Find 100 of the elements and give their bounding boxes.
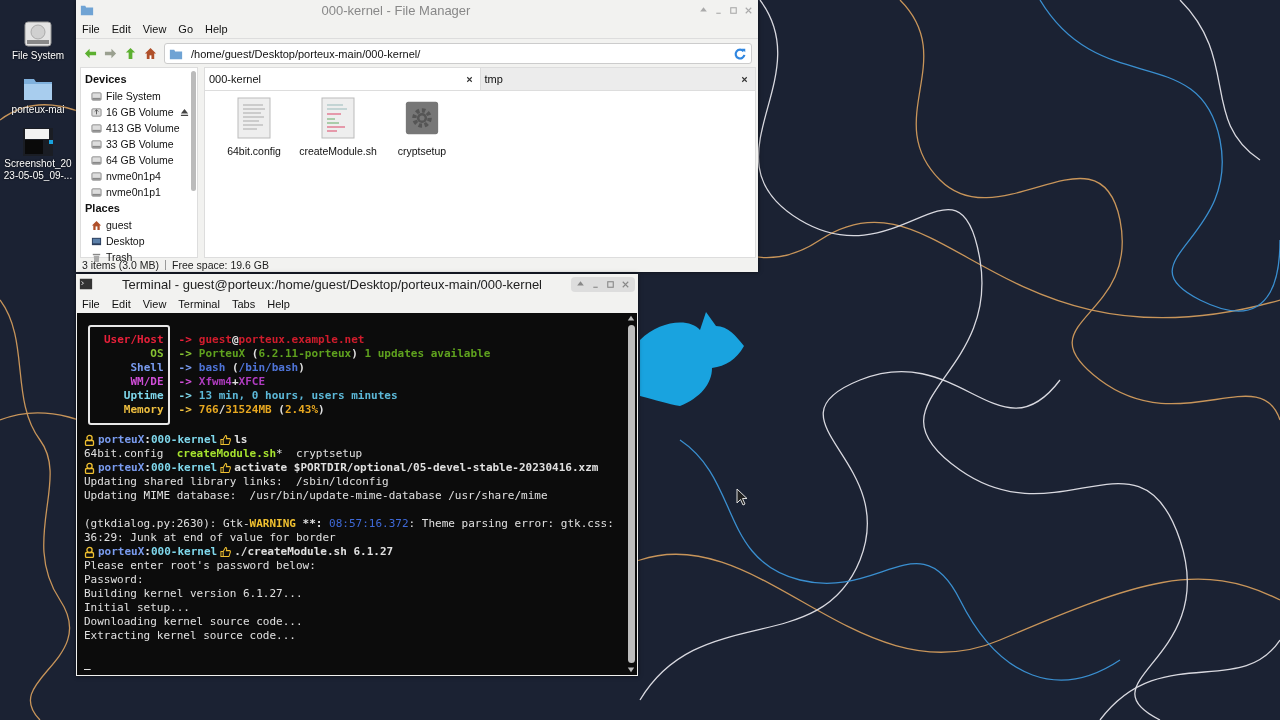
home-icon — [91, 219, 102, 231]
tab[interactable]: tmp — [479, 68, 755, 90]
sidebar-item[interactable]: File System — [106, 90, 161, 102]
output-line: (gtkdialog.py:2630): Gtk-WARNING **: 08:57:16.372: Theme parsing error: gtk.css: — [84, 517, 615, 531]
scrollbar[interactable] — [191, 71, 196, 191]
menu-item[interactable]: Terminal — [178, 297, 220, 310]
sidebar-item[interactable]: 64 GB Volume — [106, 154, 174, 166]
maximize-icon[interactable] — [605, 278, 616, 290]
thumbs-up-icon — [220, 462, 232, 474]
forward-arrow-icon[interactable] — [104, 47, 117, 60]
user-icon — [84, 462, 95, 474]
menu-item[interactable]: Tabs — [231, 297, 256, 310]
thumbs-up-icon — [220, 546, 232, 558]
user-icon — [84, 546, 95, 558]
sidebar-item[interactable]: nvme0n1p4 — [106, 170, 161, 182]
text-file-icon[interactable] — [237, 97, 271, 139]
drive-icon — [91, 170, 102, 182]
prompt-text: porteuX:000-kernel — [98, 461, 218, 475]
menu-item[interactable]: Help — [267, 297, 290, 310]
sidebar-item[interactable]: Desktop — [106, 235, 145, 247]
window-title: 000-kernel - File Manager — [320, 2, 472, 18]
info-label: WM/DE — [130, 375, 164, 389]
status-text: Free space: 19.6 GB — [172, 259, 269, 271]
prompt-text: porteuX:000-kernel — [98, 433, 218, 447]
file-name[interactable]: cryptsetup — [397, 145, 447, 157]
command-text: activate $PORTDIR/optional/05-devel-stable-20230416.xzm — [234, 461, 599, 475]
menu-item[interactable]: Edit — [111, 23, 131, 35]
screenshot-thumbnail-icon[interactable] — [22, 126, 54, 158]
info-label: Uptime — [123, 389, 164, 403]
window-title: Terminal - guest@porteux:/home/guest/Desktop/porteux-main/000-kernel — [121, 276, 543, 292]
info-label: Memory — [123, 403, 164, 417]
sidebar-heading: Places — [85, 201, 121, 216]
info-label: User/Host — [104, 333, 164, 347]
trash-icon — [91, 251, 102, 263]
scrollbar-thumb[interactable] — [627, 325, 635, 663]
output-line: _ — [84, 657, 92, 671]
menu-item[interactable]: Go — [178, 23, 194, 35]
arrow-text: -> — [178, 389, 192, 403]
info-value: 766/31524MB (2.43%) — [198, 403, 325, 417]
scroll-up-icon[interactable] — [627, 315, 635, 323]
output-line: Extracting kernel source code... — [84, 629, 297, 643]
menu-item[interactable]: Edit — [111, 297, 131, 310]
output-line: Password: — [84, 573, 145, 587]
output-line: 64bit.config createModule.sh* cryptsetup — [84, 447, 364, 461]
sidebar-item[interactable]: 413 GB Volume — [106, 122, 180, 134]
sidebar-item[interactable]: nvme0n1p1 — [106, 186, 161, 198]
desktop-icon-label[interactable]: Screenshot_20 23-05-05_09-... — [3, 158, 73, 182]
refresh-icon[interactable] — [733, 46, 747, 61]
file-name[interactable]: createModule.sh — [299, 145, 377, 157]
path-field[interactable]: /home/guest/Desktop/porteux-main/000-kernel/ — [164, 43, 752, 64]
info-label: OS — [150, 347, 164, 361]
arrow-text: -> — [178, 361, 192, 375]
script-file-icon[interactable] — [321, 97, 355, 139]
scroll-down-icon[interactable] — [627, 665, 635, 673]
drive-icon — [91, 154, 102, 166]
sidebar-item[interactable]: 16 GB Volume — [106, 106, 174, 118]
output-line: Please enter root's password below: — [84, 559, 317, 573]
output-line: Updating shared library links: /sbin/ldconfig — [84, 475, 390, 489]
file-name[interactable]: 64bit.config — [227, 145, 281, 157]
desktop-icon — [91, 235, 102, 247]
sidebar-item[interactable]: guest — [106, 219, 132, 231]
arrow-text: -> — [178, 403, 192, 417]
info-value: Xfwm4+XFCE — [198, 375, 266, 389]
sidebar-item[interactable]: 33 GB Volume — [106, 138, 174, 150]
up-arrow-icon[interactable] — [124, 47, 137, 60]
back-arrow-icon[interactable] — [84, 47, 97, 60]
drive-icon — [91, 90, 102, 102]
close-icon[interactable] — [740, 74, 749, 84]
arrow-text: -> — [178, 333, 192, 347]
info-label: Shell — [130, 361, 164, 375]
user-icon — [84, 434, 95, 446]
info-value: bash (/bin/bash) — [198, 361, 305, 375]
drive-icon[interactable] — [22, 18, 54, 50]
terminal-icon — [79, 277, 93, 291]
menu-item[interactable]: File — [82, 23, 100, 35]
home-icon[interactable] — [144, 47, 157, 60]
command-text: ./createModule.sh 6.1.27 — [234, 545, 394, 559]
info-value: guest@porteux.example.net — [198, 333, 365, 347]
menu-item[interactable]: File — [82, 297, 100, 310]
sidebar-heading: Devices — [85, 72, 128, 87]
output-line: Updating MIME database: /usr/bin/update-mime-database /usr/share/mime — [84, 489, 549, 503]
info-value: PorteuX (6.2.11-porteux) 1 updates available — [198, 347, 491, 361]
menu-item[interactable]: View — [142, 23, 167, 35]
eject-icon[interactable] — [179, 107, 189, 117]
usb-drive-icon — [91, 106, 102, 118]
menu-item[interactable]: View — [142, 297, 167, 310]
mouse-pointer-icon — [736, 488, 748, 506]
prompt-text: porteuX:000-kernel — [98, 545, 218, 559]
thumbs-up-icon — [220, 434, 232, 446]
menu-item[interactable]: Help — [205, 23, 228, 35]
close-icon[interactable] — [464, 74, 474, 84]
command-text: ls — [234, 433, 248, 447]
arrow-text: -> — [178, 375, 192, 389]
maximize-icon[interactable] — [728, 4, 739, 16]
drive-icon — [91, 122, 102, 134]
output-line: Building kernel version 6.1.27... — [84, 587, 304, 601]
info-value: 13 min, 0 hours, users minutes — [198, 389, 398, 403]
output-line: Initial setup... — [84, 601, 191, 615]
output-line: 36:29: Junk at end of value for border — [84, 531, 337, 545]
desktop-icon-label[interactable]: File System — [11, 50, 65, 62]
